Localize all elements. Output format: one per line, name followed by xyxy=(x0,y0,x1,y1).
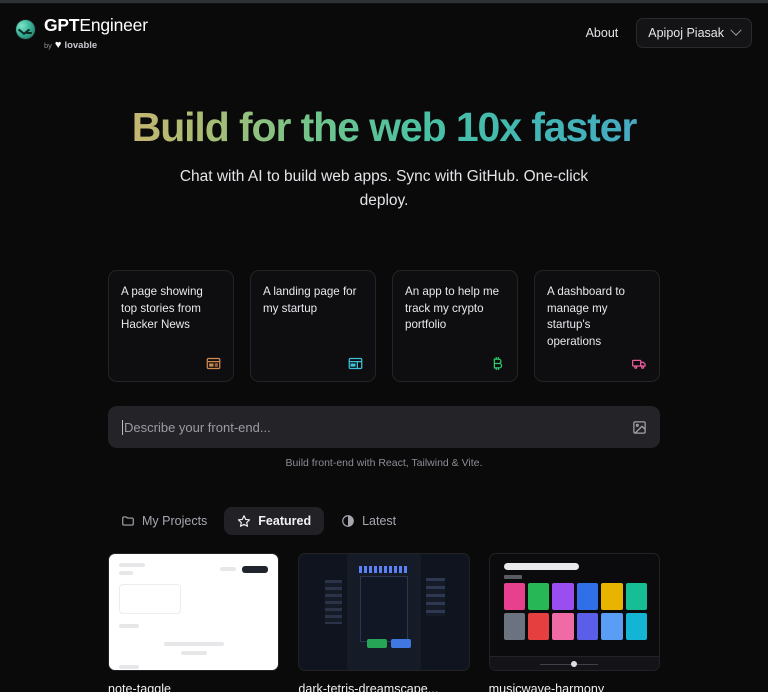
suggestion-card-hacker-news[interactable]: A page showing top stories from Hacker N… xyxy=(108,270,234,383)
music-color-grid xyxy=(496,583,653,641)
page-root: GPTEngineer by ♥ lovable About Apipoj Pi… xyxy=(0,4,768,692)
folder-icon xyxy=(121,514,135,528)
prompt-helper-text: Build front-end with React, Tailwind & V… xyxy=(285,457,483,470)
user-menu-label: Apipoj Piasak xyxy=(648,26,724,40)
user-menu-button[interactable]: Apipoj Piasak xyxy=(636,18,752,48)
chevron-down-icon xyxy=(730,24,742,36)
gptengineer-logo-icon xyxy=(16,20,35,40)
music-grid-cell xyxy=(576,583,599,611)
project-thumbnail xyxy=(108,553,280,672)
music-grid-cell xyxy=(601,583,623,611)
music-grid-cell xyxy=(552,583,574,611)
brand-text-group: GPTEngineer by ♥ lovable xyxy=(44,17,148,51)
project-tabs: My Projects Featured Latest xyxy=(108,507,660,536)
brand-title-light: Engineer xyxy=(79,15,148,36)
page-subtitle: Chat with AI to build web apps. Sync wit… xyxy=(179,168,589,209)
project-card-note-taggle[interactable]: note-taggle Created by @themounthead xyxy=(108,553,280,692)
heart-icon: ♥ xyxy=(54,38,62,51)
newspaper-icon xyxy=(206,356,221,371)
project-grid: note-taggle Created by @themounthead dar… xyxy=(108,553,660,692)
tab-featured[interactable]: Featured xyxy=(224,507,325,536)
music-grid-cell xyxy=(528,583,550,611)
header-nav: About Apipoj Piasak xyxy=(586,18,752,48)
tab-my-projects[interactable]: My Projects xyxy=(108,507,220,535)
truck-icon xyxy=(632,356,647,371)
suggestion-card-landing-page[interactable]: A landing page for my startup xyxy=(250,270,376,383)
project-card-musicwave[interactable]: musicwave-harmony Created by @zyvECzxVJf… xyxy=(488,553,660,692)
music-grid-cell xyxy=(503,613,526,641)
tab-label: Featured xyxy=(258,514,312,529)
brand-lovable-label: lovable xyxy=(64,39,98,51)
nav-link-about[interactable]: About xyxy=(586,26,619,40)
music-grid-cell xyxy=(552,613,574,641)
brand-title: GPTEngineer xyxy=(44,17,148,35)
tab-latest[interactable]: Latest xyxy=(328,507,409,535)
project-title: note-taggle xyxy=(108,682,172,692)
music-grid-cell xyxy=(503,583,526,611)
image-upload-icon[interactable] xyxy=(630,418,648,436)
text-caret xyxy=(122,419,123,435)
tab-label: My Projects xyxy=(142,514,208,529)
brand-logo[interactable]: GPTEngineer by ♥ lovable xyxy=(16,15,148,51)
music-grid-cell xyxy=(528,613,550,641)
suggestion-card-crypto[interactable]: An app to help me track my crypto portfo… xyxy=(392,270,518,383)
suggestion-card-label: An app to help me track my crypto portfo… xyxy=(405,285,500,332)
brand-by-label: by xyxy=(44,40,52,50)
prompt-section: Describe your front-end... Build front-e… xyxy=(108,406,660,469)
music-grid-cell xyxy=(625,613,647,641)
project-thumbnail xyxy=(488,553,660,672)
music-grid-cell xyxy=(625,583,647,611)
suggestion-card-label: A dashboard to manage my startup's opera… xyxy=(547,285,625,348)
project-title: musicwave-harmony xyxy=(488,682,605,692)
site-header: GPTEngineer by ♥ lovable About Apipoj Pi… xyxy=(0,4,768,62)
suggestion-card-dashboard[interactable]: A dashboard to manage my startup's opera… xyxy=(534,270,660,383)
tab-label: Latest xyxy=(362,514,397,529)
suggestion-card-label: A landing page for my startup xyxy=(263,285,357,315)
brand-title-bold: GPT xyxy=(44,15,80,36)
prompt-input-container[interactable]: Describe your front-end... xyxy=(108,406,660,449)
music-grid-cell xyxy=(576,613,599,641)
layout-icon xyxy=(348,356,363,371)
clock-icon xyxy=(341,514,355,528)
suggestion-cards: A page showing top stories from Hacker N… xyxy=(108,270,660,383)
project-thumbnail xyxy=(298,553,470,672)
brand-subtitle: by ♥ lovable xyxy=(44,38,148,51)
hero-section: Build for the web 10x faster Chat with A… xyxy=(0,104,768,212)
bitcoin-icon xyxy=(490,356,505,371)
project-title: dark-tetris-dreamscape... xyxy=(298,682,439,692)
star-icon xyxy=(237,514,251,528)
project-card-dark-tetris[interactable]: dark-tetris-dreamscape... Created by @Pf… xyxy=(298,553,470,692)
suggestion-card-label: A page showing top stories from Hacker N… xyxy=(121,285,203,332)
page-title: Build for the web 10x faster xyxy=(0,104,768,151)
music-grid-cell xyxy=(601,613,623,641)
prompt-input[interactable]: Describe your front-end... xyxy=(124,420,630,435)
